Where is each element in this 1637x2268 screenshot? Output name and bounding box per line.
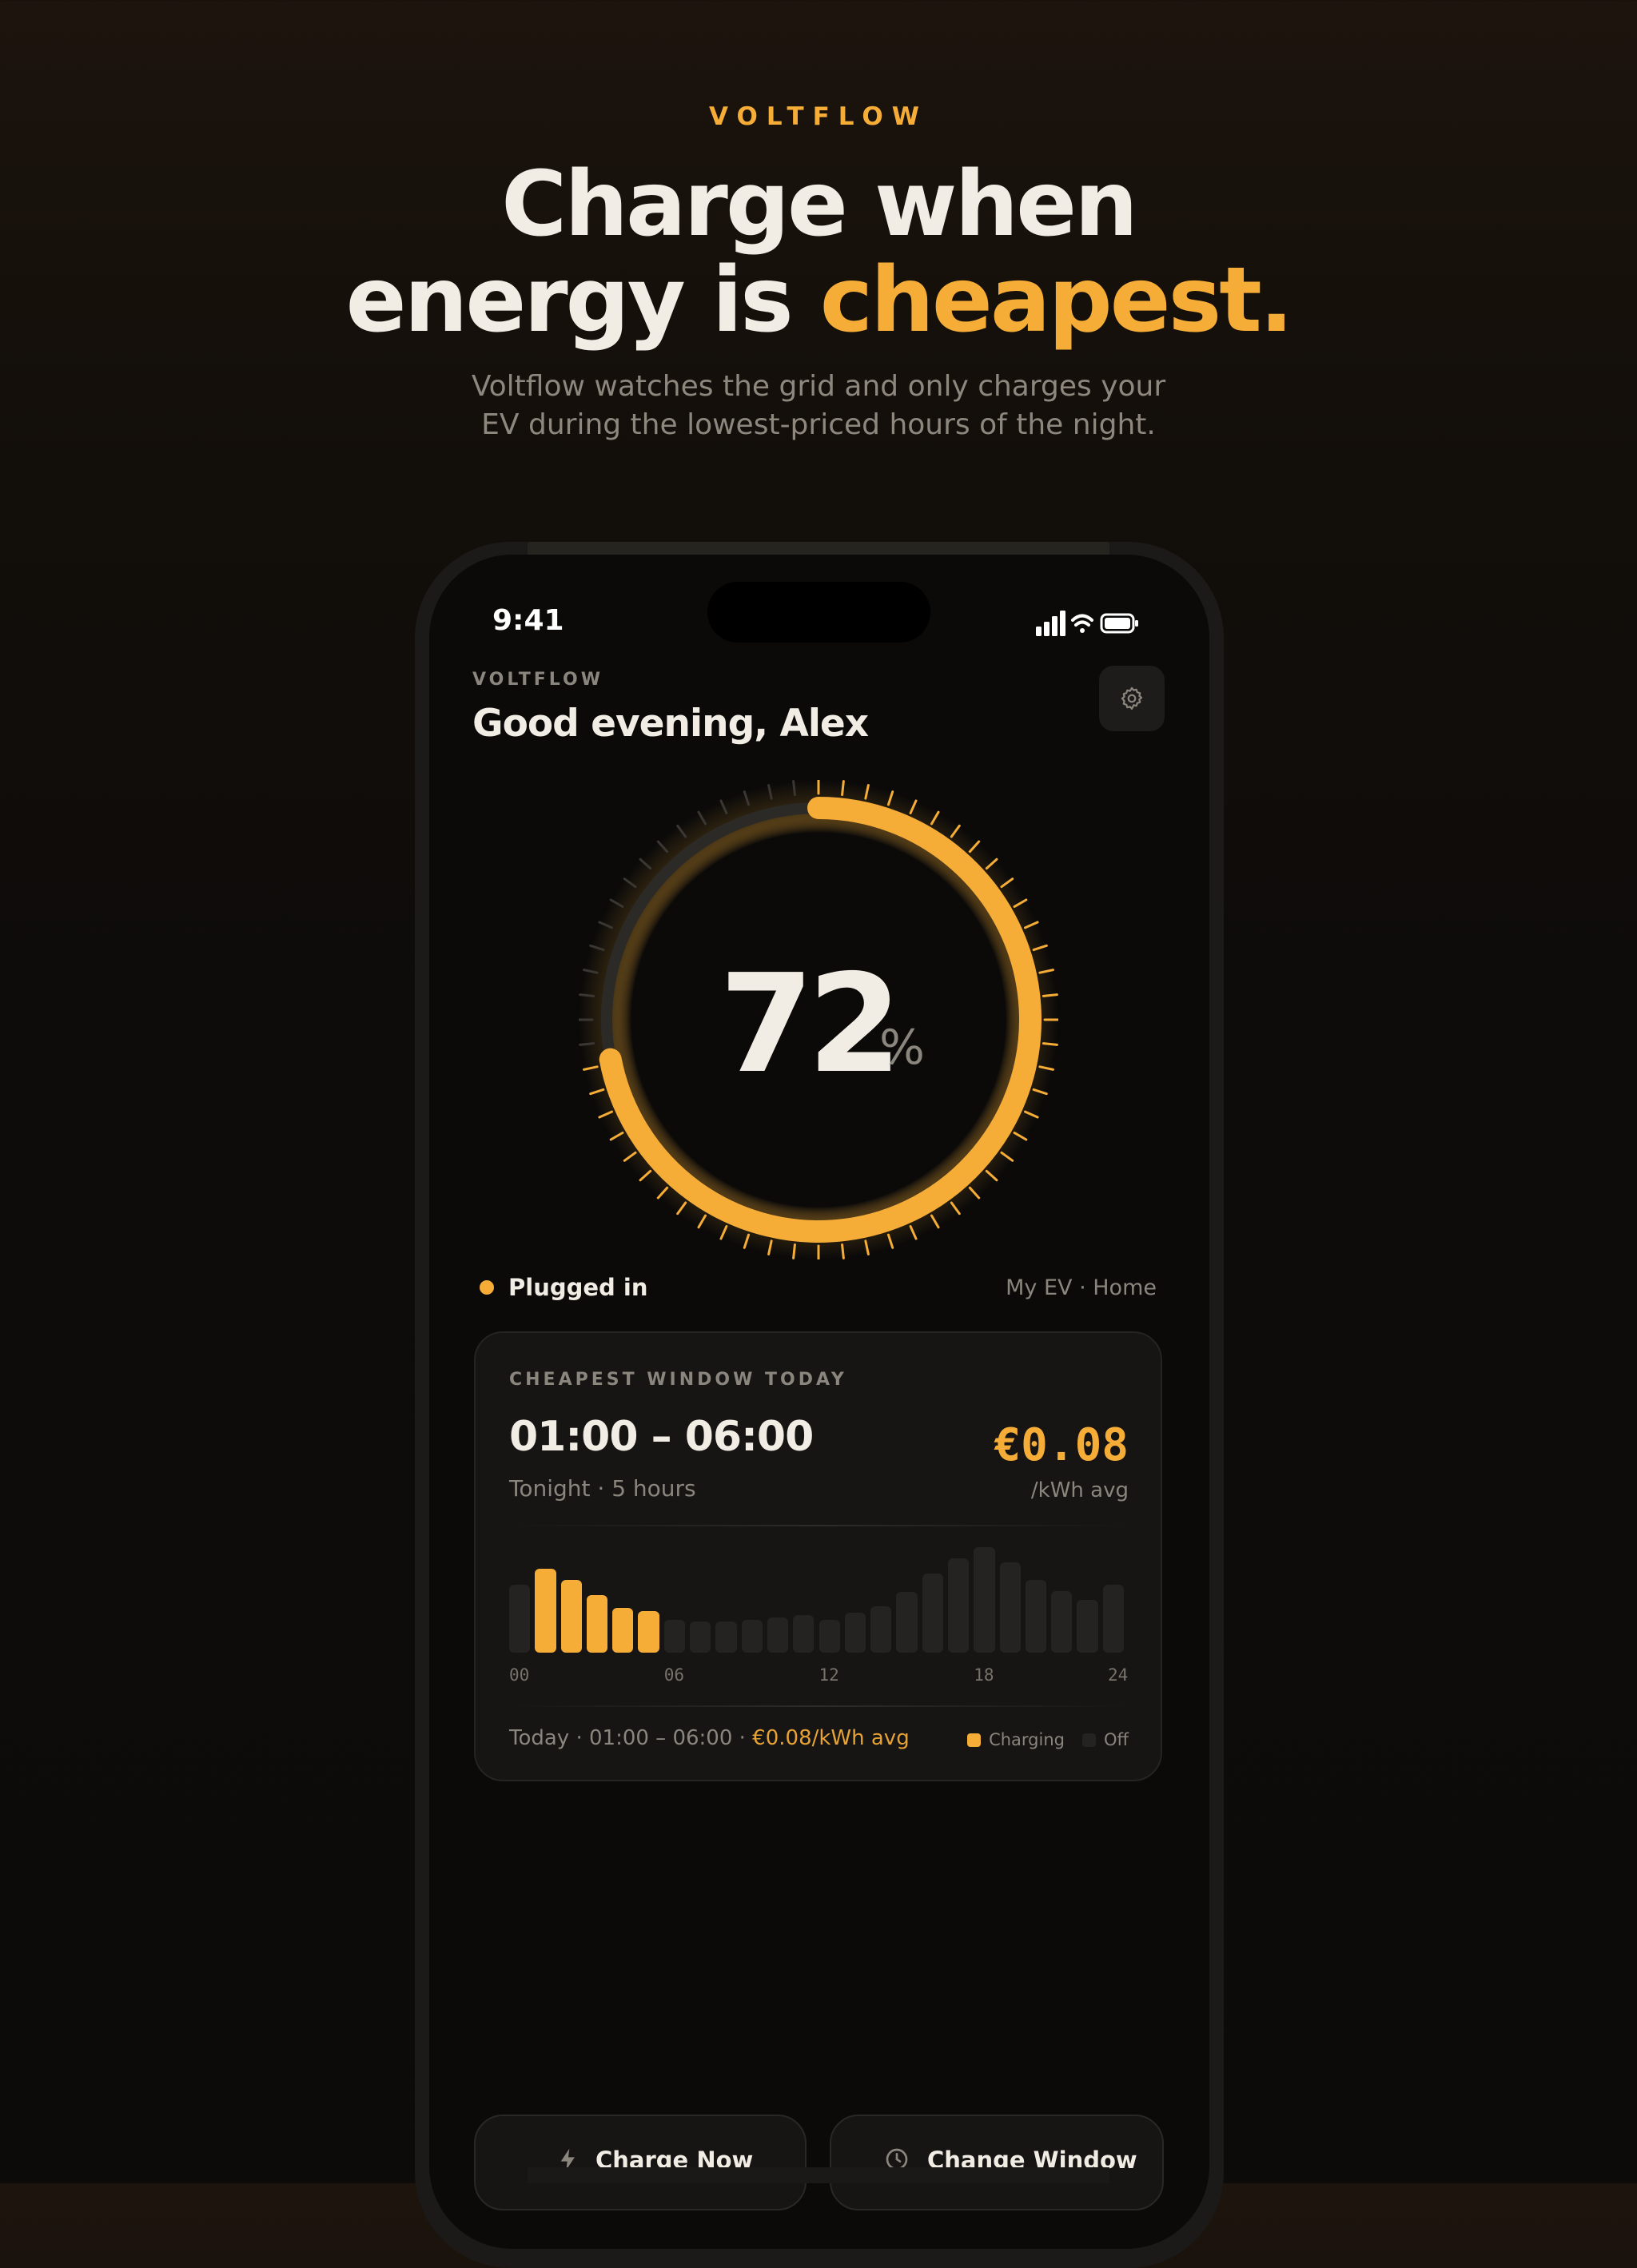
legend-charging-label: Charging [989,1730,1065,1749]
window-summary: Today · 01:00 – 06:00 · €0.08/kWh avg [509,1726,910,1750]
window-subtitle: Tonight · 5 hours [509,1475,696,1502]
gauge-tick [792,1243,796,1259]
headline-line-2-prefix: energy is [345,249,794,352]
price-bar-17 [947,1558,970,1653]
legend-swatch-off [1082,1733,1096,1747]
legend-off: Off [1082,1730,1129,1749]
settings-button[interactable] [1099,666,1165,731]
battery-percent-value: 72 [719,945,902,1104]
plugged-status-label: Plugged in [508,1274,648,1301]
plugged-status-dot [480,1280,494,1295]
window-summary-price: €0.08/kWh avg [752,1726,910,1750]
phone-frame-edge [528,2167,1109,2183]
wifi-icon [1071,614,1093,633]
price-bar-20 [1025,1580,1047,1653]
subtitle-line-1: Voltflow watches the grid and only charg… [471,370,1166,403]
battery-percent-unit: % [879,1020,926,1076]
gauge-tick [579,993,595,997]
price-bar-08 [715,1621,737,1653]
price-bar-13 [844,1613,866,1653]
greeting: Good evening, Alex [472,702,869,746]
status-bar-time: 9:41 [492,604,564,637]
card-title: CHEAPEST WINDOW TODAY [509,1370,847,1390]
card-divider [509,1525,1129,1526]
hero-eyebrow: VOLTFLOW [709,102,928,131]
hourly-price-chart [509,1541,1129,1653]
chart-x-axis: 00 06 12 18 24 [509,1665,1129,1688]
legend-charging: Charging [967,1730,1065,1749]
price-bar-16 [922,1574,943,1653]
charge-now-button[interactable]: Charge Now [474,2115,807,2210]
connection-status-row: Plugged in My EV · Home [472,1271,1157,1306]
gauge-tick [1042,993,1058,997]
card-divider [509,1705,1129,1707]
window-time-range: 01:00 – 06:00 [509,1413,814,1461]
legend-off-label: Off [1104,1730,1129,1749]
change-window-button[interactable]: Change Window [830,2115,1164,2210]
window-price: €0.08 [994,1419,1129,1471]
subtitle-line-2: EV during the lowest-priced hours of the… [481,408,1156,441]
price-bar-19 [999,1562,1021,1653]
price-bar-05 [638,1611,659,1653]
price-bar-23 [1102,1585,1124,1653]
price-bar-06 [663,1620,686,1653]
gauge-tick [841,1243,845,1259]
gauge-tick [792,780,796,797]
gauge-tick [1042,1042,1058,1046]
battery-icon [1100,613,1138,634]
dynamic-island [707,582,930,643]
legend-swatch-charging [967,1733,982,1747]
price-bar-10 [767,1617,789,1653]
x-tick-label: 24 [1108,1665,1129,1685]
price-bar-12 [818,1620,840,1653]
gauge-tick [841,780,845,797]
price-bar-14 [870,1606,892,1653]
window-price-unit: /kWh avg [1030,1478,1129,1502]
price-bar-07 [690,1621,711,1653]
price-bar-00 [509,1585,531,1653]
vehicle-label[interactable]: My EV · Home [1006,1275,1157,1300]
x-tick-label: 00 [509,1665,530,1685]
price-bar-11 [793,1615,815,1653]
price-bar-03 [586,1595,608,1653]
price-bar-01 [535,1569,556,1653]
cheapest-window-card[interactable]: CHEAPEST WINDOW TODAY 01:00 – 06:00 Toni… [474,1331,1162,1781]
x-tick-label: 12 [818,1665,839,1685]
price-bar-18 [974,1547,995,1653]
chart-legend: Charging Off [967,1728,1129,1752]
gear-icon [1121,686,1143,710]
x-tick-label: 06 [663,1665,685,1685]
signal-icon [1036,611,1065,636]
x-tick-label: 18 [974,1665,994,1685]
headline-line-2: energy is cheapest. [0,253,1637,348]
status-bar-icons [1036,611,1138,636]
window-summary-prefix: Today · 01:00 – 06:00 · [509,1726,753,1750]
price-bar-09 [741,1620,763,1653]
app-brand: VOLTFLOW [472,670,603,690]
price-bar-15 [896,1592,918,1653]
headline-line-1: Charge when [501,153,1138,257]
price-bar-22 [1077,1600,1098,1653]
hero-headline: Charge when energy is cheapest. [0,157,1637,348]
headline-accent: cheapest. [819,249,1294,352]
gauge-tick [579,1042,595,1046]
hero-subtitle: Voltflow watches the grid and only charg… [419,368,1218,444]
price-bar-04 [612,1608,634,1653]
price-bar-21 [1051,1591,1073,1653]
price-bar-02 [560,1580,582,1653]
